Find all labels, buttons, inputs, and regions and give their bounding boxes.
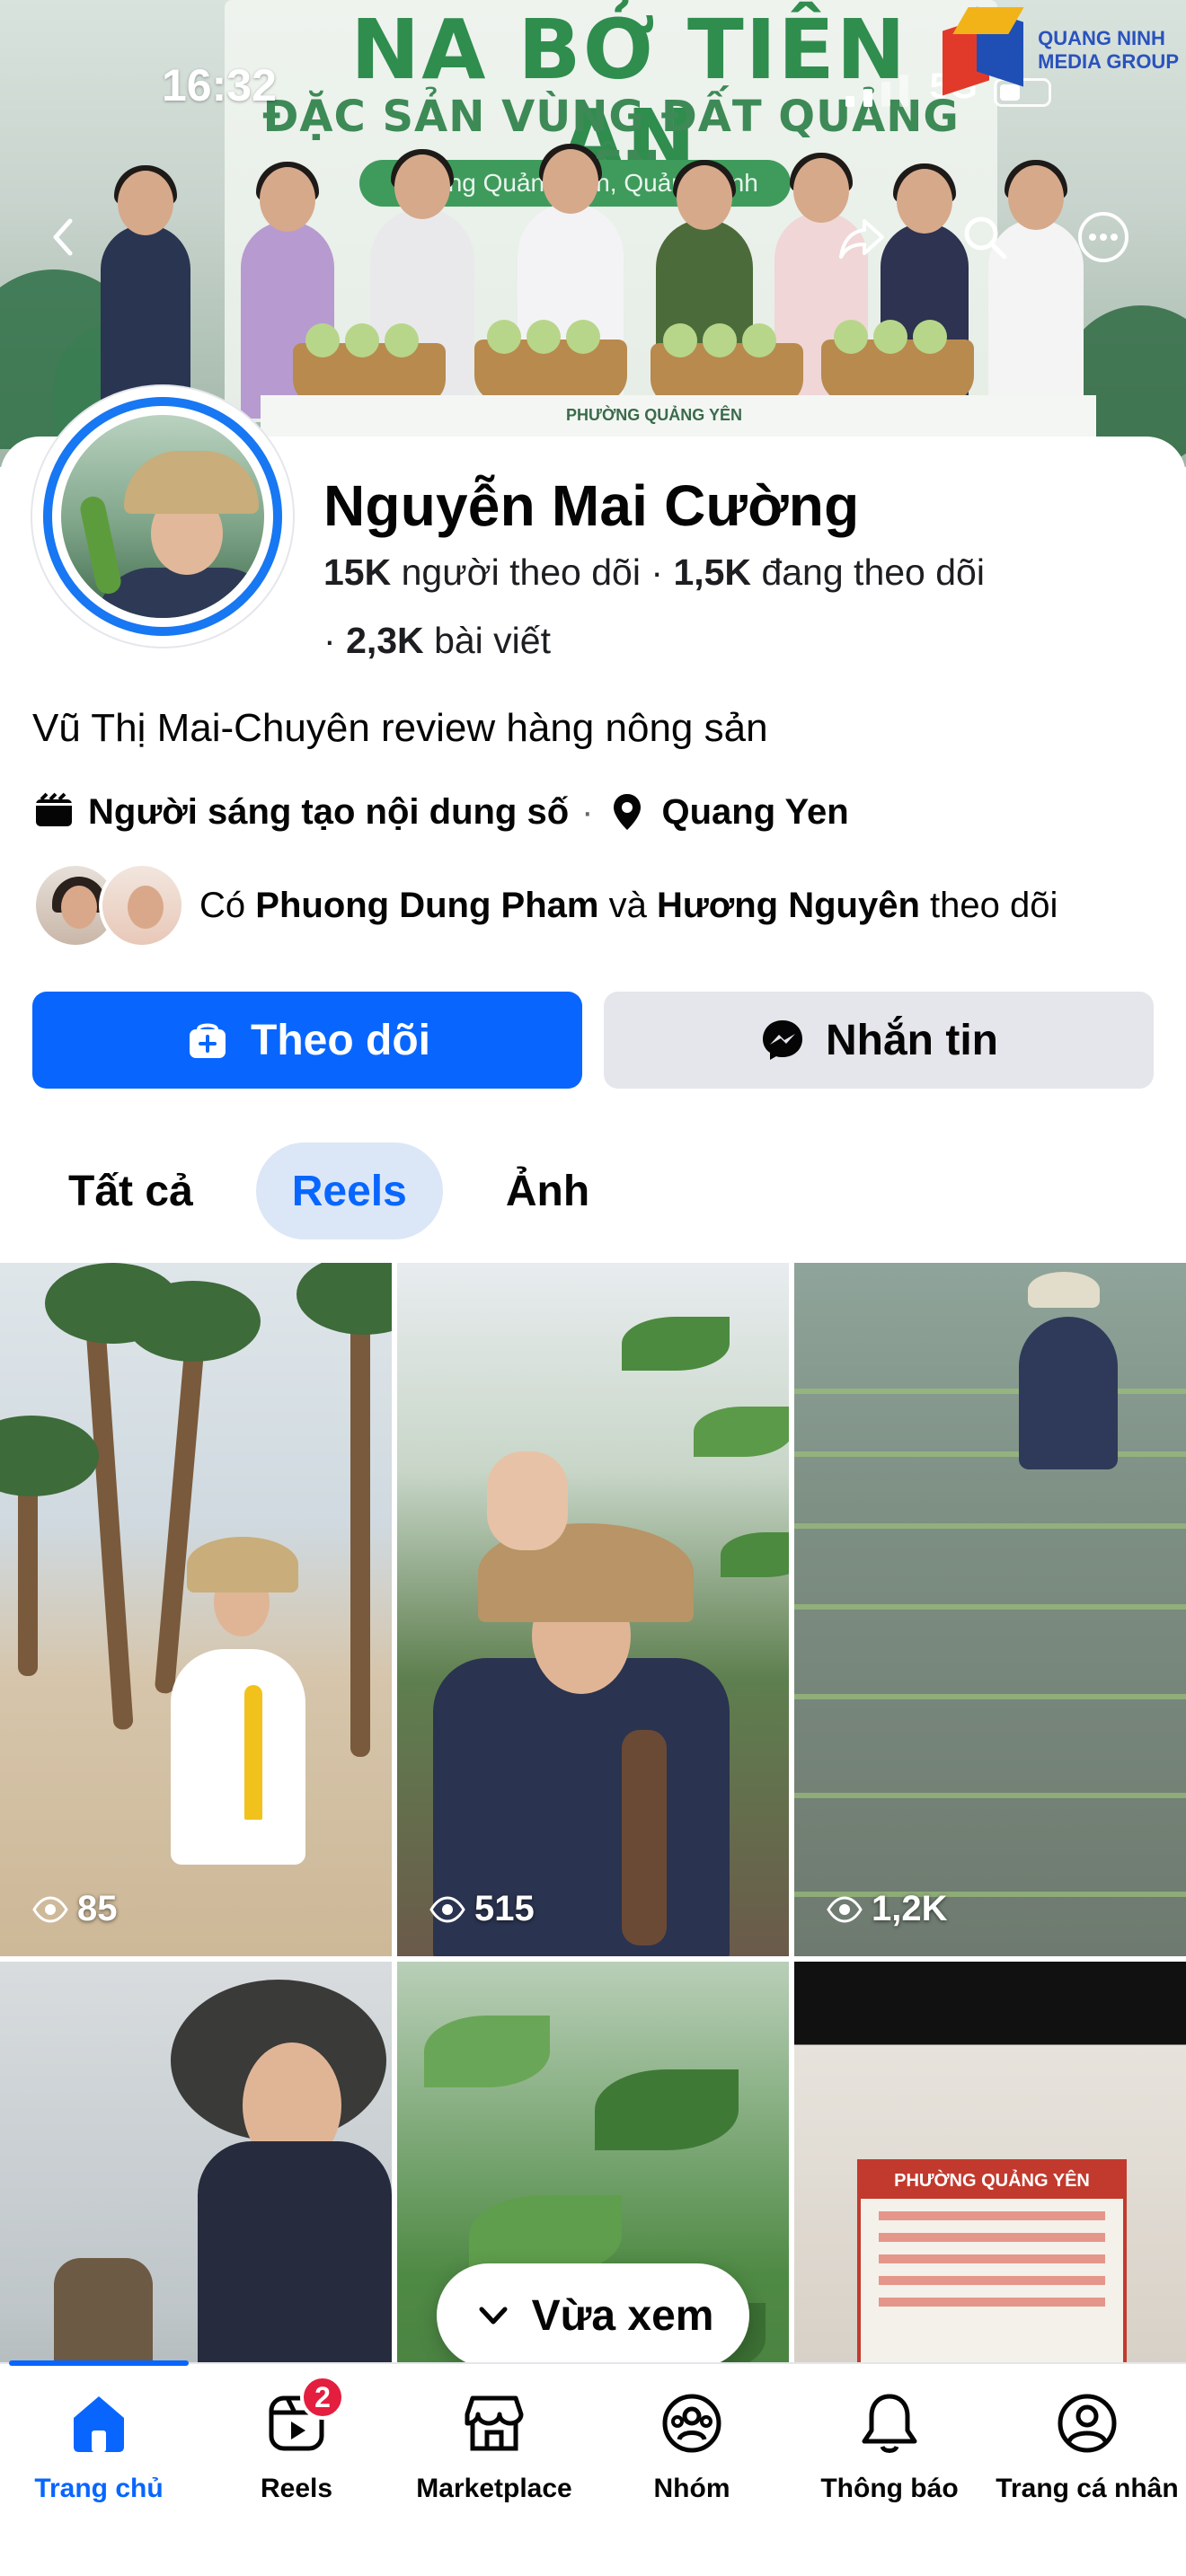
signal-bar	[863, 89, 872, 107]
eye-icon	[827, 1895, 863, 1923]
more-options-button[interactable]	[1075, 208, 1132, 266]
message-label: Nhắn tin	[826, 1016, 998, 1064]
recently-viewed-label: Vừa xem	[531, 2291, 714, 2340]
view-count: 1,2K	[827, 1889, 948, 1929]
tab-all[interactable]: Tất cả	[32, 1142, 229, 1239]
reel-thumbnail[interactable]: 85	[0, 1263, 392, 1956]
meta-separator: ·	[581, 791, 594, 832]
mutual-text: Có Phuong Dung Pham và Hương Nguyên theo…	[199, 885, 1058, 925]
profile-bio: Vũ Thị Mai-Chuyên review hàng nông sản	[32, 706, 768, 750]
media-watermark: QUANG NINH MEDIA GROUP	[943, 6, 1179, 96]
followers-label: người theo dõi	[401, 551, 641, 593]
stats-separator: ·	[323, 620, 336, 661]
tab-photos[interactable]: Ảnh	[470, 1142, 625, 1239]
follow-label: Theo dõi	[251, 1016, 430, 1064]
groups-icon	[656, 2387, 728, 2459]
watermark-text: QUANG NINH MEDIA GROUP	[1038, 27, 1179, 73]
reels-badge: 2	[300, 2375, 345, 2420]
fruit-basket	[474, 320, 627, 402]
nav-reels[interactable]: 2 Reels	[198, 2375, 395, 2504]
following-count: 1,5K	[673, 551, 752, 593]
nav-home[interactable]: Trang chủ	[0, 2387, 198, 2504]
follow-icon	[184, 1017, 231, 1063]
more-icon	[1078, 212, 1128, 262]
messenger-icon	[759, 1017, 806, 1063]
mutual-followers[interactable]: Có Phuong Dung Pham và Hương Nguyên theo…	[32, 862, 1058, 948]
marketplace-icon	[458, 2387, 530, 2459]
follow-button[interactable]: Theo dõi	[32, 992, 582, 1089]
eye-icon	[429, 1895, 465, 1923]
mutual-avatar	[99, 862, 185, 948]
profile-name: Nguyễn Mai Cường	[323, 473, 860, 538]
posts-stats: · 2,3K bài viết	[323, 620, 551, 662]
signal-bar	[845, 96, 854, 107]
nav-profile[interactable]: Trang cá nhân	[988, 2387, 1186, 2504]
creator-category: Người sáng tạo nội dung số	[88, 791, 570, 832]
fruit-basket	[821, 320, 974, 402]
status-time: 16:32	[162, 60, 277, 110]
share-button[interactable]	[834, 208, 891, 266]
avatar-photo	[61, 415, 264, 618]
view-count: 85	[32, 1889, 118, 1929]
stats-separator: ·	[651, 551, 664, 593]
view-count: 515	[429, 1889, 535, 1929]
watermark-logo-icon	[943, 6, 1029, 96]
profile-avatar[interactable]	[32, 386, 293, 647]
bottom-navigation: Trang chủ 2 Reels Marketplace Nhóm Thông…	[0, 2360, 1186, 2576]
nav-groups[interactable]: Nhóm	[593, 2387, 791, 2504]
chevron-down-icon	[479, 2307, 508, 2325]
reel-thumbnail[interactable]: 1,2K	[794, 1263, 1186, 1956]
reel-poster: PHƯỜNG QUẢNG YÊN	[857, 2159, 1127, 2393]
story-ring	[43, 397, 282, 636]
follow-stats[interactable]: 15K người theo dõi · 1,5K đang theo dõi	[323, 551, 985, 594]
recently-viewed-button[interactable]: Vừa xem	[437, 2263, 749, 2368]
back-button[interactable]	[36, 208, 93, 266]
message-button[interactable]: Nhắn tin	[604, 992, 1154, 1089]
profile-location[interactable]: Quang Yen	[661, 792, 848, 833]
content-tabs: Tất cả Reels Ảnh	[32, 1142, 625, 1239]
search-button[interactable]	[956, 208, 1013, 266]
share-icon	[839, 219, 884, 259]
clapperboard-icon	[32, 790, 75, 834]
location-pin-icon	[606, 790, 649, 834]
eye-icon	[32, 1895, 68, 1923]
tab-reels[interactable]: Reels	[255, 1142, 443, 1239]
followers-count: 15K	[323, 551, 392, 593]
following-label: đang theo dõi	[761, 551, 985, 593]
search-icon	[964, 216, 1007, 260]
nav-notifications[interactable]: Thông báo	[791, 2387, 988, 2504]
posts-count: 2,3K	[346, 620, 424, 661]
home-icon	[63, 2387, 135, 2459]
signal-bar	[881, 82, 890, 107]
nav-marketplace[interactable]: Marketplace	[395, 2387, 593, 2504]
profile-icon	[1051, 2387, 1123, 2459]
reel-thumbnail[interactable]: 515	[397, 1263, 789, 1956]
posts-label: bài viết	[434, 620, 551, 661]
profile-details: Người sáng tạo nội dung số · Quang Yen	[32, 790, 849, 834]
reels-icon: 2	[261, 2375, 345, 2459]
cover-table-text: PHƯỜNG QUẢNG YÊN	[566, 406, 742, 424]
bell-icon	[854, 2387, 925, 2459]
signal-bar	[898, 75, 908, 107]
active-tab-indicator	[9, 2360, 189, 2366]
chevron-left-icon	[53, 218, 73, 256]
